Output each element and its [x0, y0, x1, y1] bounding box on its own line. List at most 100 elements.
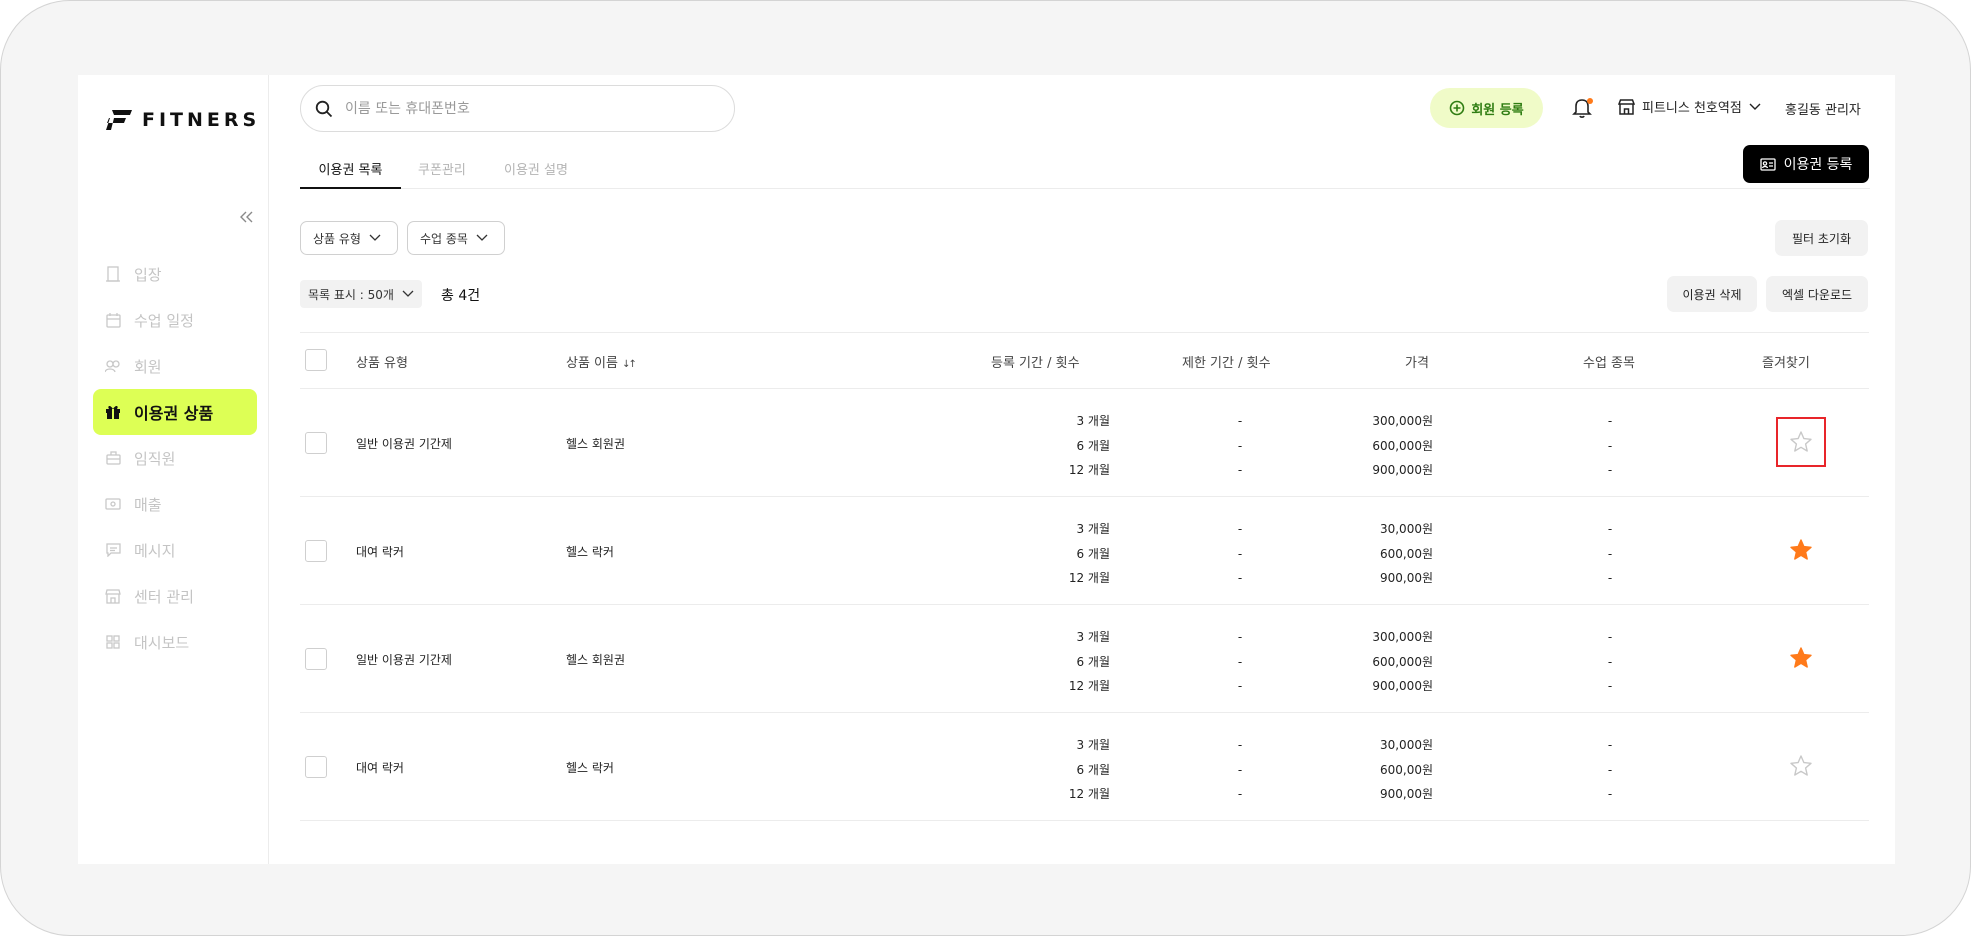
period-list: 3 개월 6 개월 12 개월 [1000, 517, 1110, 591]
limit-value: - [1237, 522, 1243, 536]
row-checkbox[interactable] [305, 540, 327, 562]
classe-value: - [1607, 762, 1613, 777]
id-card-icon [1759, 157, 1776, 171]
app-window: FITNERS 입장 수업 일정 회원 이용권 상품 임직원 매출 메시지 센터… [78, 75, 1895, 864]
limit-list: - - - [1200, 409, 1280, 483]
sidebar-item-messages[interactable]: 메시지 [93, 527, 257, 573]
favorite-star-icon[interactable] [1776, 417, 1826, 467]
product-name: 헬스 회원권 [566, 653, 626, 667]
limit-value: - [1237, 414, 1243, 428]
period-list: 3 개월 6 개월 12 개월 [1000, 625, 1110, 699]
sidebar-item-label: 메시지 [134, 541, 176, 560]
select-all-checkbox[interactable] [305, 349, 327, 371]
favorite-star-icon[interactable] [1788, 645, 1814, 671]
dashboard-icon [105, 634, 121, 650]
sidebar-item-class-schedule[interactable]: 수업 일정 [93, 297, 257, 343]
sidebar-item-label: 센터 관리 [134, 587, 194, 606]
header-product-name[interactable]: 상품 이름 ↓↑ [566, 352, 637, 371]
price-value: 300,000원 [1372, 414, 1433, 428]
favorite-star-icon[interactable] [1788, 537, 1814, 563]
product-type-filter-label: 상품 유형 [313, 231, 361, 246]
price-value: 900,00원 [1379, 571, 1433, 585]
period-value: 12 개월 [1068, 571, 1110, 585]
search-bar[interactable] [300, 85, 735, 132]
sidebar-item-members[interactable]: 회원 [93, 343, 257, 389]
period-value: 6 개월 [1076, 762, 1110, 777]
register-member-button[interactable]: 회원 등록 [1430, 88, 1543, 128]
sidebar-item-label: 대시보드 [134, 633, 190, 652]
product-type: 대여 락커 [356, 761, 404, 775]
classe-value: - [1607, 546, 1613, 561]
classe-value: - [1607, 738, 1613, 752]
row-checkbox[interactable] [305, 756, 327, 778]
header-limit: 제한 기간 / 횟수 [1182, 356, 1271, 371]
collapse-sidebar-icon[interactable] [238, 209, 256, 227]
briefcase-icon [105, 450, 121, 466]
period-value: 12 개월 [1068, 787, 1110, 801]
center-name: 피트니스 천호역점 [1642, 101, 1742, 116]
sidebar-item-dashboard[interactable]: 대시보드 [93, 619, 257, 665]
sidebar-nav: 입장 수업 일정 회원 이용권 상품 임직원 매출 메시지 센터 관리 대시보드 [93, 251, 257, 665]
brand-logo[interactable]: FITNERS [106, 109, 260, 131]
product-type-filter[interactable]: 상품 유형 [300, 221, 398, 255]
classe-value: - [1607, 679, 1613, 693]
classe-value: - [1607, 438, 1613, 453]
total-count: 총 4건 [441, 288, 481, 304]
class-type-list: - - - [1580, 409, 1640, 483]
price-value: 600,00원 [1379, 546, 1433, 561]
class-type-filter[interactable]: 수업 종목 [407, 221, 505, 255]
table-row[interactable]: 대여 락커 헬스 락커 3 개월 6 개월 12 개월 - - - 30,000원 600… [300, 497, 1869, 605]
product-type: 일반 이용권 기간제 [356, 653, 452, 667]
classe-value: - [1607, 630, 1613, 644]
classe-value: - [1607, 522, 1613, 536]
favorite-star-icon[interactable] [1788, 753, 1814, 779]
excel-download-button[interactable]: 엑셀 다운로드 [1766, 276, 1868, 312]
message-icon [105, 542, 121, 558]
table-row[interactable]: 일반 이용권 기간제 헬스 회원권 3 개월 6 개월 12 개월 - - - 300,… [300, 605, 1869, 713]
tab-bar: 이용권 목록 쿠폰관리 이용권 설명 [300, 149, 1870, 189]
price-value: 900,000원 [1372, 679, 1433, 693]
period-list: 3 개월 6 개월 12 개월 [1000, 733, 1110, 807]
tab-coupon-management[interactable]: 쿠폰관리 [418, 159, 466, 189]
chevron-down-icon [369, 234, 381, 241]
notification-dot [1587, 98, 1593, 104]
product-type: 일반 이용권 기간제 [356, 437, 452, 451]
header-period: 등록 기간 / 횟수 [991, 356, 1080, 371]
period-list: 3 개월 6 개월 12 개월 [1000, 409, 1110, 483]
product-type: 대여 락커 [356, 545, 404, 559]
list-size-selector[interactable]: 목록 표시 : 50개 [300, 280, 422, 308]
notification-bell[interactable] [1572, 97, 1594, 119]
pass-table: 상품 유형 상품 이름 ↓↑ 등록 기간 / 횟수 제한 기간 / 횟수 가격 … [300, 332, 1869, 821]
limit-value: - [1237, 654, 1243, 669]
sidebar-item-staff[interactable]: 임직원 [93, 435, 257, 481]
table-header: 상품 유형 상품 이름 ↓↑ 등록 기간 / 횟수 제한 기간 / 횟수 가격 … [300, 333, 1869, 389]
register-pass-button[interactable]: 이용권 등록 [1743, 145, 1869, 183]
price-list: 300,000원 600,000원 900,000원 [1330, 625, 1433, 699]
tab-pass-list[interactable]: 이용권 목록 [300, 159, 401, 189]
class-type-filter-label: 수업 종목 [420, 231, 468, 246]
tab-pass-description[interactable]: 이용권 설명 [504, 159, 568, 189]
reset-filter-button[interactable]: 필터 초기화 [1775, 220, 1868, 256]
row-checkbox[interactable] [305, 432, 327, 454]
limit-value: - [1237, 787, 1243, 801]
period-value: 3 개월 [1076, 414, 1110, 428]
sidebar-item-sales[interactable]: 매출 [93, 481, 257, 527]
limit-value: - [1237, 630, 1243, 644]
sidebar-item-label: 입장 [134, 265, 162, 284]
sidebar-item-pass-products[interactable]: 이용권 상품 [93, 389, 257, 435]
delete-pass-button[interactable]: 이용권 삭제 [1667, 276, 1757, 312]
classe-value: - [1607, 654, 1613, 669]
sidebar-item-entry[interactable]: 입장 [93, 251, 257, 297]
sort-icon: ↓↑ [622, 359, 637, 370]
limit-list: - - - [1200, 733, 1280, 807]
limit-value: - [1237, 738, 1243, 752]
sidebar-item-center-management[interactable]: 센터 관리 [93, 573, 257, 619]
table-row[interactable]: 일반 이용권 기간제 헬스 회원권 3 개월 6 개월 12 개월 - - - 300,… [300, 389, 1869, 497]
admin-user[interactable]: 홍길동 관리자 [1785, 99, 1861, 118]
price-list: 300,000원 600,000원 900,000원 [1330, 409, 1433, 483]
price-value: 600,00원 [1379, 762, 1433, 777]
center-selector[interactable]: 피트니스 천호역점 [1618, 97, 1761, 116]
table-row[interactable]: 대여 락커 헬스 락커 3 개월 6 개월 12 개월 - - - 30,000원 600… [300, 713, 1869, 821]
row-checkbox[interactable] [305, 648, 327, 670]
search-input[interactable] [345, 100, 705, 117]
